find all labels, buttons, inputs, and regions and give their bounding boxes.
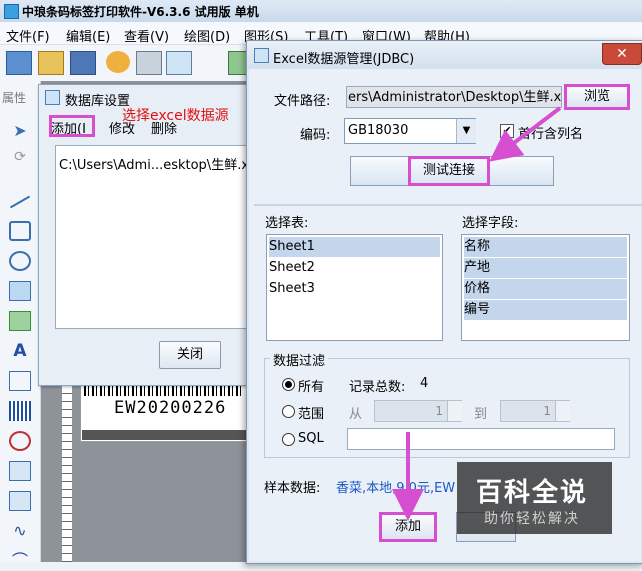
watermark-subtitle: 助你轻松解决 bbox=[484, 511, 580, 527]
watermark-title: 百科全说 bbox=[476, 478, 589, 508]
arrow-to-test-connection bbox=[489, 106, 562, 162]
